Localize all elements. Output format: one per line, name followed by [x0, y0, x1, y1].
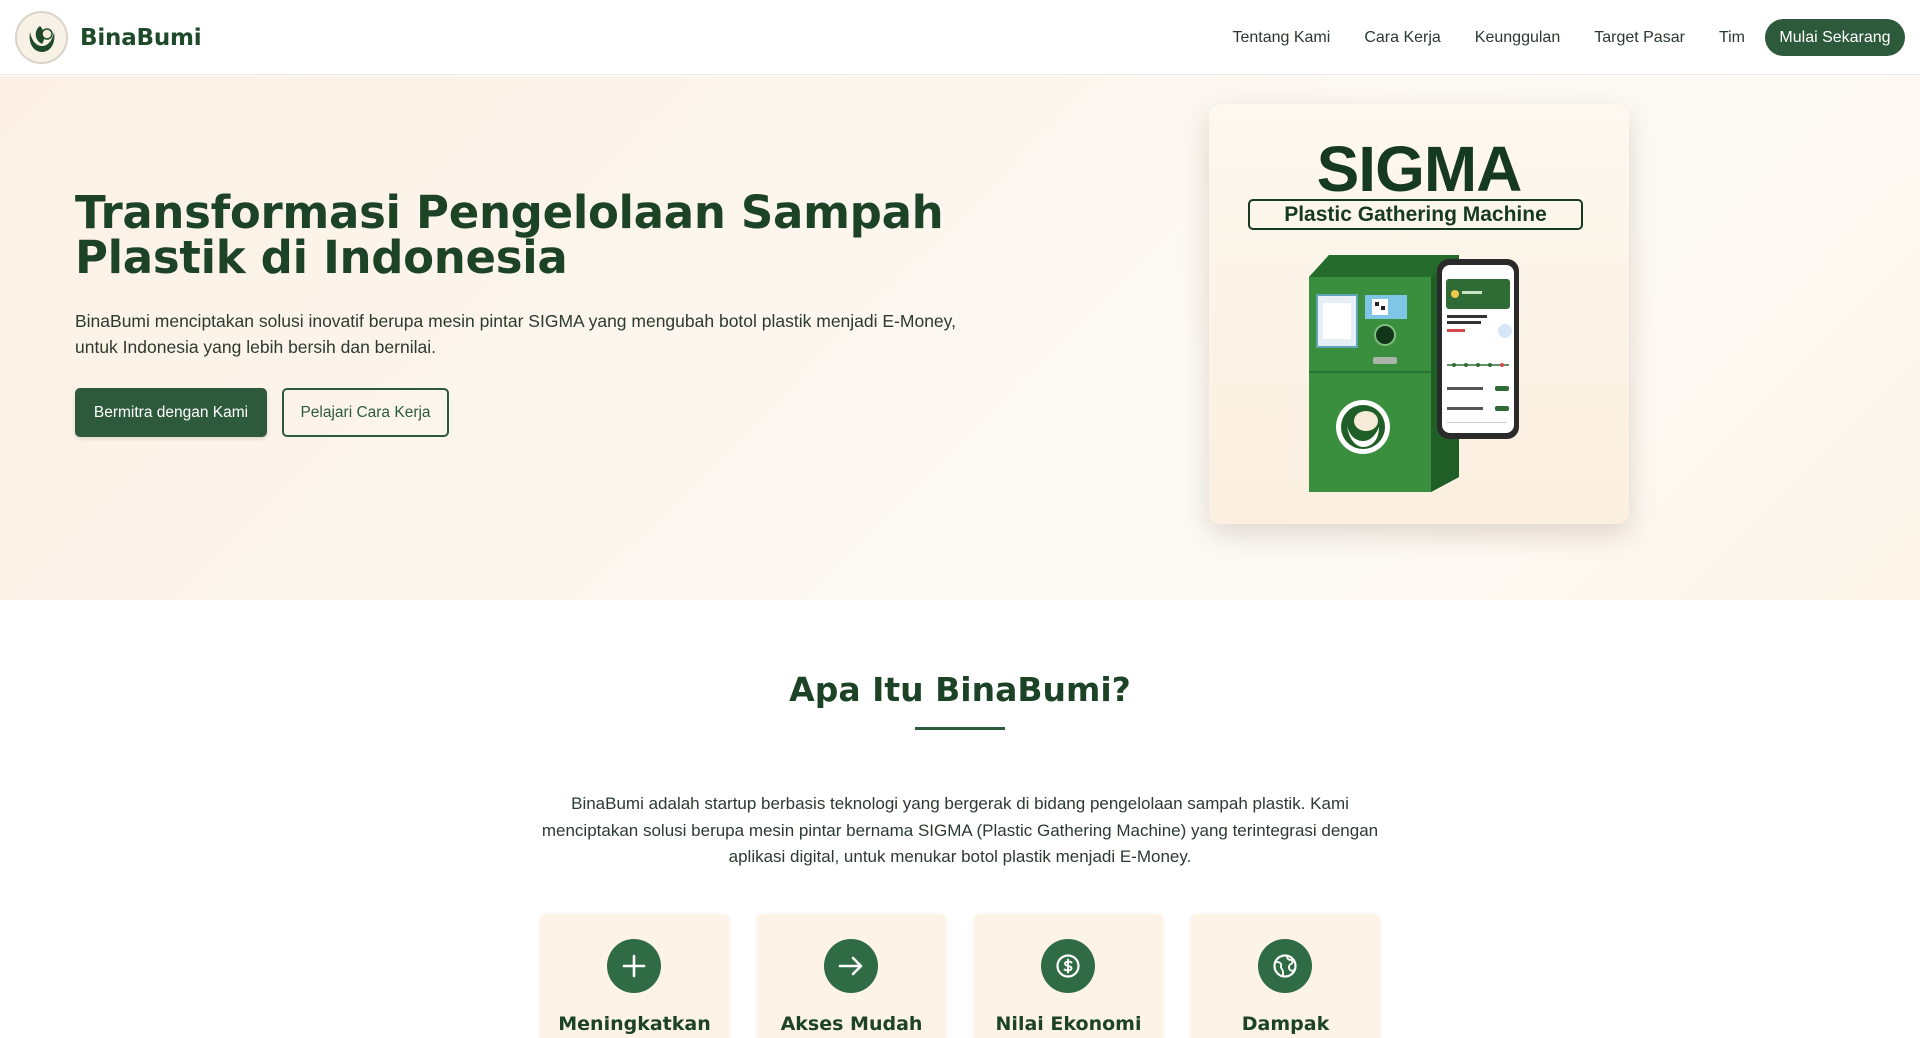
dollar-coin-icon: [1041, 939, 1095, 993]
bermitra-button[interactable]: Bermitra dengan Kami: [75, 388, 267, 437]
feature-label: Akses Mudah: [780, 1013, 923, 1035]
feature-card-nilai-ekonomi: Nilai Ekonomi: [974, 914, 1163, 1038]
about-title-underline: [915, 727, 1005, 730]
about-title: Apa Itu BinaBumi?: [789, 670, 1131, 709]
hero-title: Transformasi Pengelolaan Sampah Plastik …: [75, 186, 944, 284]
nav-link-tim[interactable]: Tim: [1719, 29, 1745, 47]
pelajari-cara-kerja-button[interactable]: Pelajari Cara Kerja: [282, 388, 449, 437]
nav-link-target-pasar[interactable]: Target Pasar: [1594, 29, 1685, 47]
brand-link[interactable]: BinaBumi: [15, 11, 202, 64]
hero-section: Transformasi Pengelolaan Sampah Plastik …: [0, 76, 1920, 600]
nav-links: Tentang Kami Cara Kerja Keunggulan Targe…: [1198, 0, 1745, 75]
mulai-sekarang-button[interactable]: Mulai Sekarang: [1765, 19, 1905, 56]
about-description: BinaBumi adalah startup berbasis teknolo…: [541, 794, 1379, 866]
brand-name: BinaBumi: [80, 24, 202, 51]
product-subtitle: Plastic Gathering Machine: [1248, 199, 1583, 230]
feature-label: Meningkatkan: [558, 1013, 711, 1035]
feature-label: Dampak: [1241, 1013, 1330, 1035]
nav-link-cara-kerja[interactable]: Cara Kerja: [1364, 29, 1440, 47]
feature-card-akses-mudah: Akses Mudah: [757, 914, 946, 1038]
navbar: BinaBumi Tentang Kami Cara Kerja Keunggu…: [0, 0, 1920, 75]
feature-label: Nilai Ekonomi: [995, 1013, 1142, 1035]
nav-link-keunggulan[interactable]: Keunggulan: [1475, 29, 1560, 47]
hero-description: BinaBumi menciptakan solusi inovatif ber…: [75, 311, 956, 357]
globe-icon: [1258, 939, 1312, 993]
nav-link-tentang-kami[interactable]: Tentang Kami: [1232, 29, 1330, 47]
arrow-right-icon: [824, 939, 878, 993]
product-image-card: SIGMA Plastic Gathering Machine: [1209, 104, 1629, 524]
product-title: SIGMA: [1316, 133, 1523, 205]
feature-card-meningkatkan: Meningkatkan: [540, 914, 729, 1038]
plus-icon: [607, 939, 661, 993]
feature-cards: Meningkatkan Akses Mudah Nilai Ekonomi D…: [540, 914, 1380, 1038]
brand-logo-icon: [15, 11, 68, 64]
sigma-machine-illustration: [1309, 255, 1519, 492]
feature-card-dampak: Dampak: [1191, 914, 1380, 1038]
